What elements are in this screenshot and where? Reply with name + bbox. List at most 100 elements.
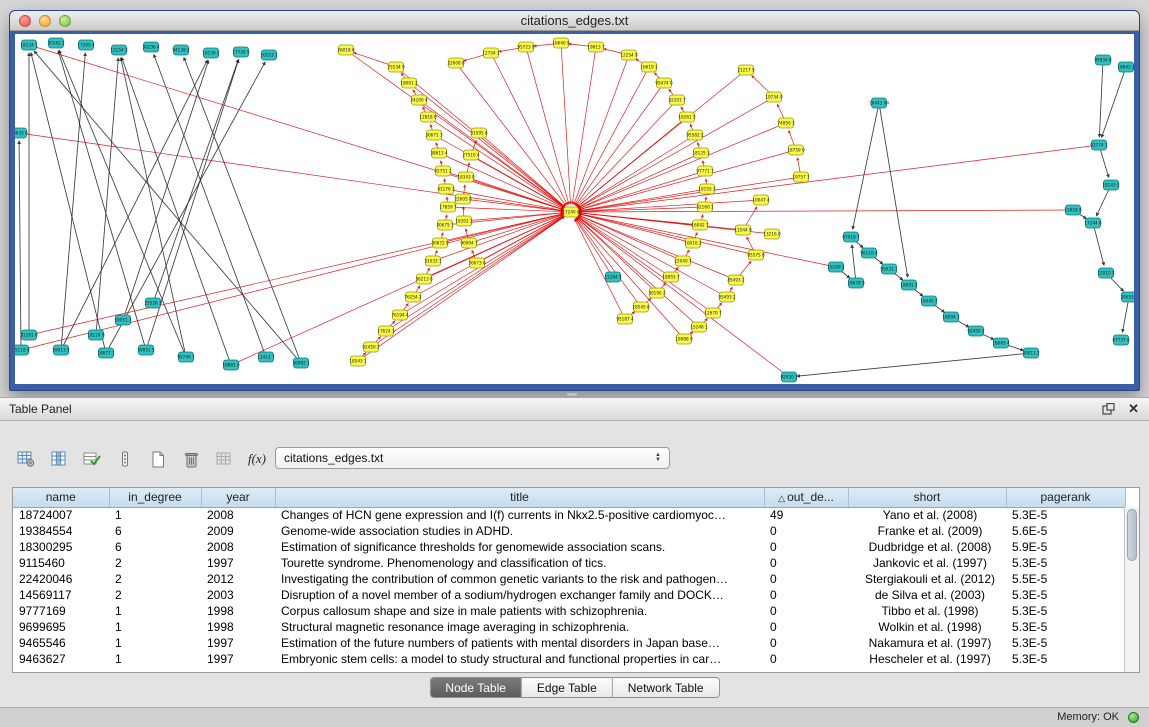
- graph-node[interactable]: 30672 9: [431, 238, 449, 248]
- graph-node[interactable]: 30011 2: [1022, 348, 1040, 358]
- network-window[interactable]: citations_edges.txt 17240 626018 625534 …: [9, 10, 1140, 391]
- cell-title[interactable]: Embryonic stem cells: a model to study s…: [275, 651, 764, 667]
- cell-in-degree[interactable]: 2: [109, 587, 201, 603]
- column-header-pagerank[interactable]: pagerank: [1006, 488, 1125, 507]
- graph-node[interactable]: 30675 1: [436, 220, 454, 230]
- cell-in-degree[interactable]: 6: [109, 523, 201, 539]
- cell-title[interactable]: Changes of HCN gene expression and I(f) …: [275, 507, 764, 523]
- cell-title[interactable]: Genome-wide association studies in ADHD.: [275, 523, 764, 539]
- cell-short[interactable]: Dudbridge et al. (2008): [848, 539, 1006, 555]
- graph-edge-black[interactable]: [96, 58, 118, 335]
- cell-out-degree[interactable]: 0: [764, 651, 848, 667]
- cell-name[interactable]: 18724007: [13, 507, 109, 523]
- graph-edge-red[interactable]: [578, 215, 736, 280]
- cell-year[interactable]: 2012: [201, 571, 275, 587]
- graph-edge-red[interactable]: [471, 155, 564, 208]
- graph-node[interactable]: 18677 1: [97, 348, 115, 358]
- graph-edge-black[interactable]: [1093, 223, 1104, 265]
- graph-node[interactable]: 16042 7: [691, 220, 709, 230]
- graph-node[interactable]: 18130 2: [202, 48, 220, 58]
- graph-edge-black[interactable]: [1099, 60, 1103, 137]
- graph-node[interactable]: 18955 7: [662, 272, 680, 282]
- table-row[interactable]: 9463627 1 1997 Embryonic stem cells: a m…: [13, 651, 1125, 667]
- cell-name[interactable]: 9463627: [13, 651, 109, 667]
- graph-edge-red[interactable]: [574, 55, 629, 204]
- graph-node[interactable]: 42751 2: [434, 166, 452, 176]
- graph-node[interactable]: 59051 5: [137, 345, 155, 355]
- graph-edge-black[interactable]: [59, 50, 186, 357]
- graph-node[interactable]: 12818 0: [419, 112, 437, 122]
- graph-node[interactable]: 92450 2: [780, 372, 798, 382]
- graph-edge-black[interactable]: [58, 51, 146, 350]
- cell-in-degree[interactable]: 6: [109, 539, 201, 555]
- graph-node[interactable]: 20633 0: [15, 128, 28, 138]
- cell-pagerank[interactable]: 5.3E-5: [1006, 587, 1125, 603]
- graph-node[interactable]: 18988 9: [675, 334, 693, 344]
- cell-in-degree[interactable]: 1: [109, 603, 201, 619]
- graph-node[interactable]: 30655 4: [1120, 292, 1134, 302]
- table-row[interactable]: 9699695 1 1998 Structural magnetic reson…: [13, 619, 1125, 635]
- cell-in-degree[interactable]: 1: [109, 619, 201, 635]
- cell-year[interactable]: 2008: [201, 539, 275, 555]
- graph-node[interactable]: 16016 2: [684, 238, 702, 248]
- cell-out-degree[interactable]: 0: [764, 587, 848, 603]
- graph-node[interactable]: 22605 8: [454, 194, 472, 204]
- graph-node[interactable]: 30673 6: [468, 258, 486, 268]
- graph-edge-black[interactable]: [1102, 67, 1126, 137]
- cell-pagerank[interactable]: 5.5E-5: [1006, 571, 1125, 587]
- graph-node[interactable]: 30182 2: [47, 38, 65, 48]
- graph-edge-red[interactable]: [29, 214, 563, 335]
- table-row[interactable]: 9777169 1 1998 Corpus callosum shape and…: [13, 603, 1125, 619]
- graph-node[interactable]: 31095 8: [470, 128, 488, 138]
- graph-edge-black[interactable]: [123, 61, 208, 320]
- graph-edge-red[interactable]: [577, 70, 746, 207]
- graph-node[interactable]: 85493 2: [727, 275, 745, 285]
- new-column-icon[interactable]: [146, 448, 170, 470]
- graph-node[interactable]: 41176 3: [437, 184, 455, 194]
- cell-pagerank[interactable]: 5.3E-5: [1006, 619, 1125, 635]
- cell-out-degree[interactable]: 0: [764, 571, 848, 587]
- graph-node[interactable]: 18678 9: [847, 278, 865, 288]
- cell-title[interactable]: Estimation of the future numbers of pati…: [275, 635, 764, 651]
- graph-node[interactable]: 67737 0: [1112, 335, 1130, 345]
- graph-node[interactable]: 17859 7: [439, 202, 457, 212]
- graph-node[interactable]: 95474 0: [655, 78, 673, 88]
- graph-edge-black[interactable]: [852, 245, 856, 283]
- graph-node[interactable]: 18065 4: [992, 338, 1010, 348]
- graph-edge-black[interactable]: [879, 103, 908, 277]
- graph-node[interactable]: 30671 3: [425, 130, 443, 140]
- column-visibility-icon[interactable]: [47, 448, 71, 470]
- table-options-icon[interactable]: [14, 448, 38, 470]
- cell-name[interactable]: 19384554: [13, 523, 109, 539]
- graph-node[interactable]: 12010 5: [1097, 268, 1115, 278]
- graph-node[interactable]: 16640 9: [552, 38, 570, 48]
- graph-node[interactable]: 95575 8: [747, 250, 765, 260]
- graph-node[interactable]: 90994 7: [460, 238, 478, 248]
- cell-pagerank[interactable]: 5.3E-5: [1006, 603, 1125, 619]
- graph-edge-red[interactable]: [576, 100, 677, 206]
- row-options-icon[interactable]: [113, 448, 137, 470]
- cell-pagerank[interactable]: 5.9E-5: [1006, 539, 1125, 555]
- column-header-title[interactable]: title: [275, 488, 764, 507]
- table-source-combobox[interactable]: citations_edges.txt ▲▼: [275, 447, 670, 469]
- graph-node[interactable]: 22608 8: [447, 58, 465, 68]
- graph-node[interactable]: 32201 7: [668, 95, 686, 105]
- graph-node[interactable]: 74850 3: [777, 118, 795, 128]
- graph-edge-black[interactable]: [797, 353, 1031, 376]
- cell-year[interactable]: 2003: [201, 587, 275, 603]
- cell-title[interactable]: Corpus callosum shape and size in male p…: [275, 603, 764, 619]
- graph-node[interactable]: 12670 7: [704, 308, 722, 318]
- graph-node[interactable]: 94138 2: [172, 45, 190, 55]
- column-header-year[interactable]: year: [201, 488, 275, 507]
- cell-name[interactable]: 9115460: [13, 555, 109, 571]
- cell-name[interactable]: 9699695: [13, 619, 109, 635]
- graph-node[interactable]: 12254 9: [620, 50, 638, 60]
- cell-year[interactable]: 2008: [201, 507, 275, 523]
- cell-out-degree[interactable]: 0: [764, 635, 848, 651]
- graph-node[interactable]: 76254 2: [404, 292, 422, 302]
- table-row[interactable]: 19384554 6 2009 Genome-wide association …: [13, 523, 1125, 539]
- graph-node[interactable]: 92774 1: [1090, 140, 1108, 150]
- tab-edge-table[interactable]: Edge Table: [522, 678, 613, 697]
- graph-node[interactable]: 18143 5: [1102, 180, 1120, 190]
- graph-node[interactable]: 17240 6: [562, 207, 580, 217]
